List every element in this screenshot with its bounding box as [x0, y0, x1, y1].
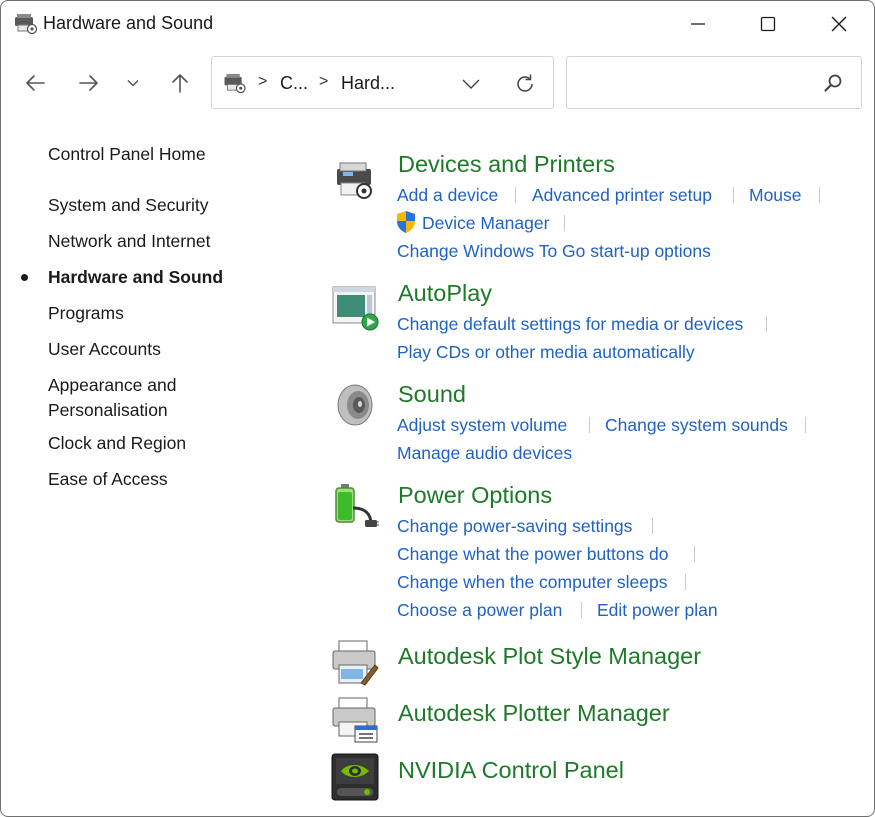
close-icon: [831, 16, 847, 32]
link-adjust-system-volume[interactable]: Adjust system volume: [397, 413, 567, 437]
search-box[interactable]: [566, 56, 862, 109]
sidebar-item-appearance[interactable]: Appearance and: [48, 373, 176, 398]
shield-icon: [397, 211, 415, 233]
control-panel-icon: [224, 73, 246, 94]
link-separator: [581, 602, 582, 618]
category-title-sound[interactable]: Sound: [398, 381, 466, 408]
recent-locations-button[interactable]: [119, 63, 147, 103]
speaker-icon[interactable]: [331, 381, 379, 429]
link-separator: [733, 187, 734, 203]
sidebar-item-system-and-security[interactable]: System and Security: [48, 193, 208, 218]
link-separator: [685, 574, 686, 590]
forward-button[interactable]: [71, 63, 107, 103]
current-item-bullet: [21, 274, 28, 281]
up-button[interactable]: [162, 63, 198, 103]
link-play-cds-automatically[interactable]: Play CDs or other media automatically: [397, 340, 695, 364]
sidebar-item-ease-of-access[interactable]: Ease of Access: [48, 467, 168, 492]
sidebar-item-hardware-and-sound[interactable]: Hardware and Sound: [48, 265, 223, 290]
search-icon[interactable]: [822, 72, 844, 94]
link-separator: [805, 417, 806, 433]
sidebar-item-user-accounts[interactable]: User Accounts: [48, 337, 161, 362]
link-separator: [564, 215, 565, 231]
category-title-autodesk-plot-style-manager[interactable]: Autodesk Plot Style Manager: [398, 643, 701, 670]
control-panel-icon: [15, 14, 38, 35]
refresh-button[interactable]: [510, 69, 540, 99]
maximize-icon: [760, 16, 776, 32]
address-bar[interactable]: > C... > Hard...: [211, 56, 554, 109]
sidebar-item-clock-and-region[interactable]: Clock and Region: [48, 431, 186, 456]
category-title-nvidia-control-panel[interactable]: NVIDIA Control Panel: [398, 757, 624, 784]
link-separator: [652, 518, 653, 534]
link-separator: [515, 187, 516, 203]
sidebar-item-control-panel-home[interactable]: Control Panel Home: [48, 142, 206, 167]
maximize-button[interactable]: [733, 1, 803, 47]
refresh-icon: [517, 74, 533, 92]
breadcrumb-separator[interactable]: >: [258, 73, 267, 91]
category-title-power-options[interactable]: Power Options: [398, 482, 552, 509]
link-change-power-saving-settings[interactable]: Change power-saving settings: [397, 514, 632, 538]
link-choose-power-plan[interactable]: Choose a power plan: [397, 598, 562, 622]
link-change-windows-to-go[interactable]: Change Windows To Go start-up options: [397, 239, 711, 263]
link-edit-power-plan[interactable]: Edit power plan: [597, 598, 718, 622]
link-manage-audio-devices[interactable]: Manage audio devices: [397, 441, 572, 465]
sidebar-item-network-and-internet[interactable]: Network and Internet: [48, 229, 210, 254]
sidebar-item-personalisation[interactable]: Personalisation: [48, 398, 168, 423]
search-input[interactable]: [575, 67, 815, 99]
plotter-icon[interactable]: [331, 696, 379, 744]
sidebar-item-programs[interactable]: Programs: [48, 301, 124, 326]
back-button[interactable]: [17, 63, 53, 103]
category-title-autoplay[interactable]: AutoPlay: [398, 280, 492, 307]
link-device-manager[interactable]: Device Manager: [422, 211, 549, 235]
breadcrumb-control-panel[interactable]: C...: [280, 73, 308, 94]
minimize-icon: [691, 23, 705, 25]
link-add-a-device[interactable]: Add a device: [397, 183, 498, 207]
link-change-power-buttons[interactable]: Change what the power buttons do: [397, 542, 668, 566]
nvidia-icon[interactable]: [331, 753, 379, 801]
title-bar[interactable]: Hardware and Sound: [1, 1, 874, 47]
chevron-down-icon: [462, 79, 480, 89]
window-title: Hardware and Sound: [43, 13, 214, 33]
battery-icon[interactable]: [331, 482, 379, 530]
close-button[interactable]: [804, 1, 874, 47]
link-change-default-media-settings[interactable]: Change default settings for media or dev…: [397, 312, 743, 336]
address-history-button[interactable]: [456, 71, 486, 97]
breadcrumb-separator[interactable]: >: [319, 73, 328, 91]
minimize-button[interactable]: [663, 1, 733, 47]
printer-icon[interactable]: [331, 157, 379, 205]
arrow-left-icon: [26, 75, 45, 91]
link-advanced-printer-setup[interactable]: Advanced printer setup: [532, 183, 712, 207]
link-separator: [766, 316, 767, 332]
arrow-up-icon: [172, 74, 188, 93]
window: Hardware and Sound > C... > Hard... Cont…: [0, 0, 875, 817]
link-change-system-sounds[interactable]: Change system sounds: [605, 413, 788, 437]
category-title-autodesk-plotter-manager[interactable]: Autodesk Plotter Manager: [398, 700, 670, 727]
link-separator: [694, 546, 695, 562]
link-separator: [819, 187, 820, 203]
autoplay-icon[interactable]: [331, 284, 379, 332]
link-change-when-computer-sleeps[interactable]: Change when the computer sleeps: [397, 570, 667, 594]
breadcrumb-hardware-and-sound[interactable]: Hard...: [341, 73, 395, 94]
link-separator: [589, 417, 590, 433]
category-title-devices-and-printers[interactable]: Devices and Printers: [398, 151, 615, 178]
plot-style-icon[interactable]: [331, 639, 379, 687]
link-mouse[interactable]: Mouse: [749, 183, 802, 207]
chevron-down-icon: [127, 79, 139, 87]
arrow-right-icon: [79, 75, 98, 91]
